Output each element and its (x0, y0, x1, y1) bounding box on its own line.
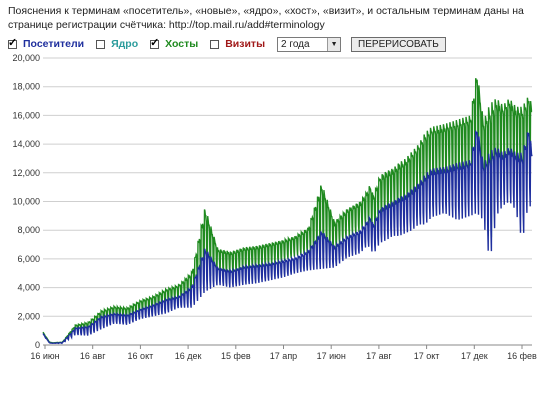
y-tick-label: 0 (35, 340, 40, 350)
x-tick-label: 17 дек (461, 351, 488, 361)
x-tick-label: 16 окт (128, 351, 154, 361)
x-tick-label: 17 июн (317, 351, 346, 361)
x-tick-label: 16 авг (80, 351, 106, 361)
x-tick-label: 17 апр (270, 351, 297, 361)
x-tick-label: 16 дек (175, 351, 202, 361)
y-tick-label: 10,000 (12, 197, 40, 207)
traffic-chart: 0 2,000 4,000 6,000 8,000 10,000 12,000 14,000 1… (12, 53, 537, 361)
y-tick-label: 16,000 (12, 110, 40, 120)
y-tick-label: 2,000 (17, 311, 40, 321)
y-tick-label: 20,000 (12, 53, 40, 63)
y-tick-label: 18,000 (12, 82, 40, 92)
y-tick-label: 8,000 (17, 225, 40, 235)
y-tick-label: 4,000 (17, 283, 40, 293)
x-tick-label: 17 окт (414, 351, 440, 361)
x-tick-label: 15 фев (221, 351, 251, 361)
x-tick-label: 16 фев (507, 351, 537, 361)
x-tick-label: 17 авг (366, 351, 392, 361)
x-tick-label: 16 июн (30, 351, 59, 361)
y-tick-label: 14,000 (12, 139, 40, 149)
y-tick-label: 12,000 (12, 168, 40, 178)
y-tick-label: 6,000 (17, 254, 40, 264)
